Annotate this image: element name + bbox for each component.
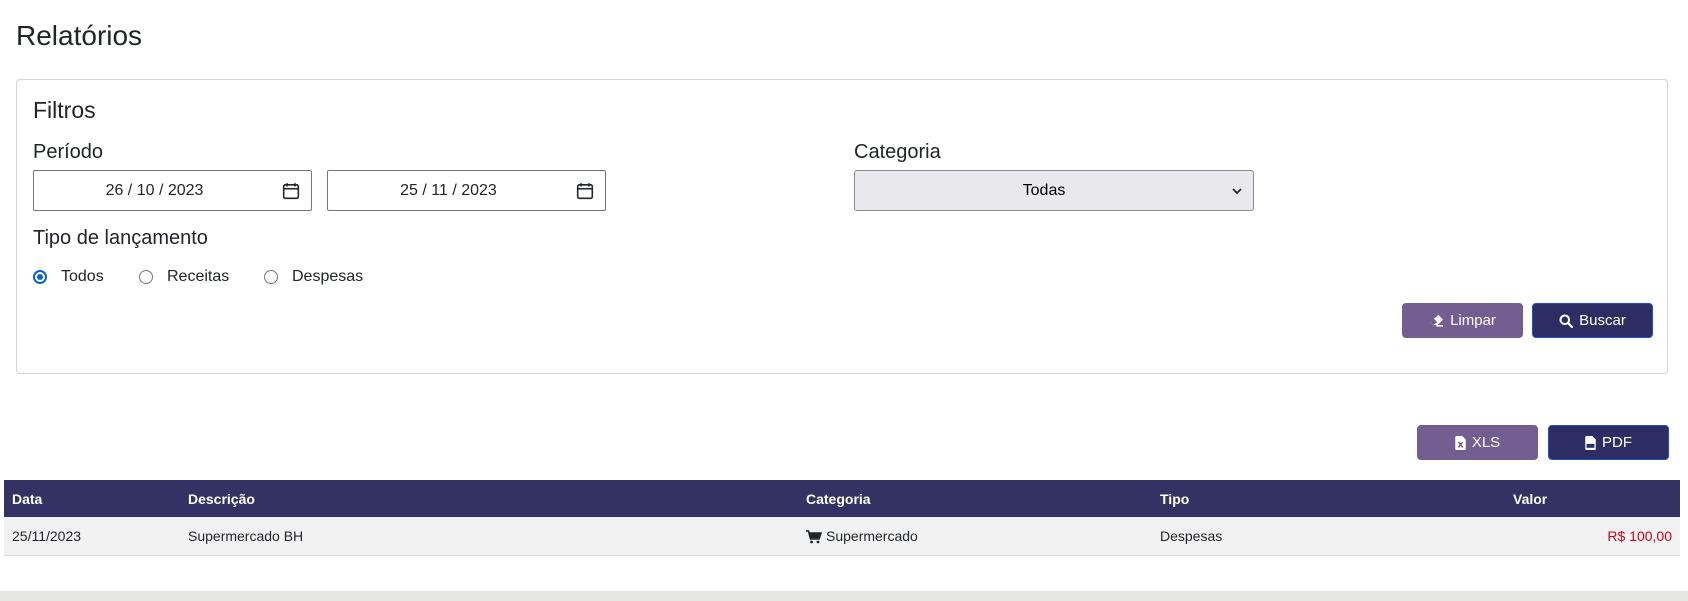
calendar-icon[interactable] — [576, 182, 594, 200]
radio-option-despesas[interactable]: Despesas — [264, 265, 363, 289]
entry-type-label: Tipo de lançamento — [33, 227, 208, 249]
cell-type: Despesas — [1152, 517, 1505, 556]
table-header-row: Data Descrição Categoria Tipo Valor — [4, 480, 1680, 517]
radio-button[interactable] — [264, 270, 278, 284]
search-icon — [1559, 314, 1574, 328]
report-table: Data Descrição Categoria Tipo Valor 25/1… — [4, 480, 1680, 556]
radio-option-todos[interactable]: Todos — [33, 265, 104, 289]
cell-date: 25/11/2023 — [4, 517, 180, 556]
radio-button[interactable] — [33, 270, 47, 284]
footer-strip — [0, 591, 1688, 601]
category-select-value: Todas — [1022, 182, 1066, 199]
search-button[interactable]: Buscar — [1532, 303, 1653, 338]
column-header-type: Tipo — [1152, 480, 1505, 517]
page-title: Relatórios — [16, 20, 143, 51]
search-button-label: Buscar — [1579, 312, 1626, 329]
radio-label: Despesas — [292, 268, 364, 285]
cart-icon — [806, 529, 822, 544]
export-pdf-label: PDF — [1602, 434, 1632, 451]
period-label: Período — [33, 141, 104, 163]
filters-title: Filtros — [33, 97, 96, 123]
date-from-value: 26 / 10 / 2023 — [105, 182, 204, 199]
date-from-input[interactable]: 26 / 10 / 2023 — [33, 170, 312, 211]
radio-label: Todos — [61, 268, 104, 285]
table-row[interactable]: 25/11/2023 Supermercado BH Supermercado … — [4, 517, 1680, 556]
file-excel-icon — [1455, 435, 1466, 450]
category-select[interactable]: Todas — [854, 170, 1254, 211]
cell-value: R$ 100,00 — [1505, 517, 1680, 556]
column-header-description: Descrição — [180, 480, 798, 517]
category-label: Categoria — [854, 141, 941, 163]
radio-button[interactable] — [139, 270, 153, 284]
clear-button-label: Limpar — [1450, 312, 1496, 329]
cell-category: Supermercado — [798, 517, 1152, 556]
chevron-down-icon — [1232, 188, 1242, 195]
file-pdf-icon — [1585, 435, 1596, 450]
date-to-input[interactable]: 25 / 11 / 2023 — [327, 170, 606, 211]
radio-option-receitas[interactable]: Receitas — [139, 265, 229, 289]
radio-label: Receitas — [167, 268, 230, 285]
date-to-value: 25 / 11 / 2023 — [400, 182, 497, 199]
cell-description: Supermercado BH — [180, 517, 798, 556]
export-xls-label: XLS — [1471, 434, 1501, 451]
calendar-icon[interactable] — [282, 182, 300, 200]
cell-category-label: Supermercado — [826, 527, 918, 544]
column-header-date: Data — [4, 480, 180, 517]
export-pdf-button[interactable]: PDF — [1548, 425, 1669, 460]
column-header-value: Valor — [1505, 480, 1680, 517]
clear-button[interactable]: Limpar — [1402, 303, 1523, 338]
filters-card: Filtros Período 26 / 10 / 2023 25 / 11 /… — [16, 79, 1668, 374]
column-header-category: Categoria — [798, 480, 1152, 517]
export-xls-button[interactable]: XLS — [1417, 425, 1538, 460]
eraser-icon — [1430, 314, 1444, 327]
